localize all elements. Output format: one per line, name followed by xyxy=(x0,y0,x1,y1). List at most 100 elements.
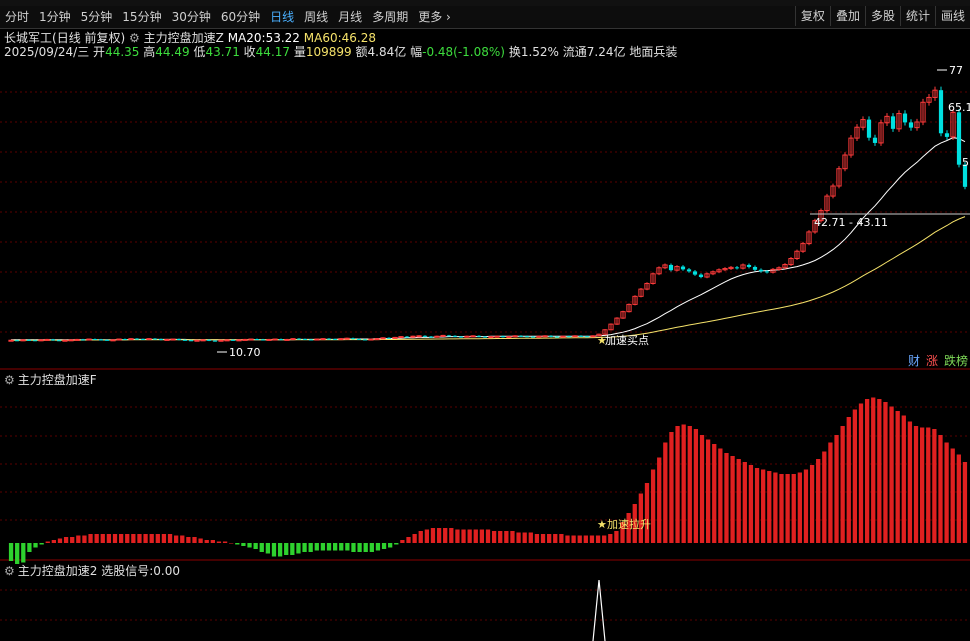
candle-body xyxy=(86,338,92,341)
indicator-bar xyxy=(406,537,411,543)
candle-body xyxy=(236,339,242,342)
candle-body xyxy=(434,335,440,338)
indicator-bar xyxy=(39,543,44,545)
candle-body xyxy=(548,335,554,337)
indicator-bar xyxy=(864,399,870,543)
candle-body xyxy=(428,336,434,338)
indicator-bar xyxy=(363,543,368,552)
indicator-bar xyxy=(742,462,747,543)
indicator-bar xyxy=(913,426,919,543)
ranking-tag[interactable]: 跌榜 xyxy=(942,354,970,369)
indicator-bar xyxy=(302,543,307,552)
candle-body xyxy=(20,339,26,342)
candle-body xyxy=(488,336,494,339)
indicator-bar xyxy=(265,543,271,554)
candle-body xyxy=(440,334,446,337)
candle-body xyxy=(290,338,296,341)
indicator-bar xyxy=(932,429,937,543)
candle-body xyxy=(344,337,350,340)
indicator-bar xyxy=(644,483,650,543)
indicator-bar xyxy=(871,397,876,543)
candle-body xyxy=(140,339,146,341)
indicator-bar xyxy=(889,406,894,543)
indicator-bar xyxy=(907,421,913,543)
indicator-bar xyxy=(840,426,845,543)
panel2-title: ⚙ 主力控盘加速F xyxy=(4,371,97,388)
candle-body xyxy=(98,339,104,341)
mid-price-label: 65.1 xyxy=(948,101,970,114)
candle-body xyxy=(206,339,212,341)
candle-body xyxy=(80,339,86,341)
indicator-bar xyxy=(485,529,491,543)
candle-body xyxy=(668,264,674,271)
indicator-bar xyxy=(351,543,356,552)
candle-body xyxy=(242,338,248,341)
candle-body xyxy=(212,340,218,342)
indicator-bar xyxy=(339,543,344,551)
indicator-bar xyxy=(589,535,595,543)
candle-body xyxy=(584,336,590,338)
indicator-bar xyxy=(938,435,943,543)
indicator-bar xyxy=(222,541,228,543)
indicator-bar xyxy=(443,528,448,543)
candle-body xyxy=(512,335,518,338)
panel3-name[interactable]: 主力控盘加速2 xyxy=(18,564,98,578)
indicator-bar xyxy=(510,531,515,543)
panel2-name[interactable]: 主力控盘加速F xyxy=(18,373,97,387)
indicator-bar xyxy=(27,543,32,552)
candle-body xyxy=(356,339,362,341)
candle-body xyxy=(200,339,206,342)
indicator-bar xyxy=(277,543,283,557)
indicator-bar xyxy=(657,457,662,543)
accel-label: 加速拉升 xyxy=(607,517,651,531)
candle-body xyxy=(134,338,140,340)
indicator-bar xyxy=(926,427,931,543)
kline-chart[interactable]: 10.70加速买点★7765.142.71 - 43.115★ 加速拉升 xyxy=(0,0,970,641)
high-price-label: 77 xyxy=(949,64,963,77)
indicator-bar xyxy=(106,534,112,543)
indicator-bar xyxy=(15,543,20,564)
indicator-bar xyxy=(748,465,754,543)
candle-body xyxy=(50,339,56,341)
indicator-bar xyxy=(473,529,478,543)
indicator-bar xyxy=(308,543,313,552)
indicator-bar xyxy=(712,444,717,543)
indicator-bar xyxy=(210,540,215,543)
candle-body xyxy=(944,133,950,137)
indicator-bar xyxy=(198,538,203,543)
limit-up-tag[interactable]: 涨 xyxy=(924,354,940,369)
gear-icon[interactable]: ⚙ xyxy=(4,564,15,578)
indicator-bar xyxy=(33,543,38,548)
candle-body xyxy=(74,338,80,341)
candle-body xyxy=(938,90,944,134)
candle-body xyxy=(122,339,128,341)
indicator-bar xyxy=(724,453,729,543)
indicator-bar xyxy=(779,474,784,543)
candle-body xyxy=(26,339,32,341)
indicator-bar xyxy=(816,459,821,543)
indicator-bar xyxy=(125,534,130,543)
indicator-bar xyxy=(253,543,258,549)
candle-body xyxy=(518,335,524,337)
indicator-bar xyxy=(320,543,326,551)
indicator-bar xyxy=(332,543,338,551)
indicator-bar xyxy=(467,529,472,543)
indicator-bar xyxy=(149,534,154,543)
finance-tag[interactable]: 财 xyxy=(906,354,922,369)
gear-icon[interactable]: ⚙ xyxy=(4,373,15,387)
candle-body xyxy=(566,336,572,338)
panel3-title: ⚙ 主力控盘加速2 选股信号:0.00 xyxy=(4,562,180,579)
indicator-bar xyxy=(381,543,387,549)
candle-body xyxy=(284,338,290,341)
indicator-bar xyxy=(290,543,295,555)
indicator-bar xyxy=(498,531,503,543)
indicator-bar xyxy=(296,543,301,554)
candle-body xyxy=(314,338,320,341)
side-tags: 财 涨 跌榜 xyxy=(906,354,970,369)
candle-body xyxy=(176,339,182,341)
indicator-bar xyxy=(412,534,417,543)
indicator-bar xyxy=(345,543,350,551)
indicator-bar xyxy=(534,534,540,543)
indicator-bar xyxy=(834,435,839,543)
candle-body xyxy=(746,264,752,267)
